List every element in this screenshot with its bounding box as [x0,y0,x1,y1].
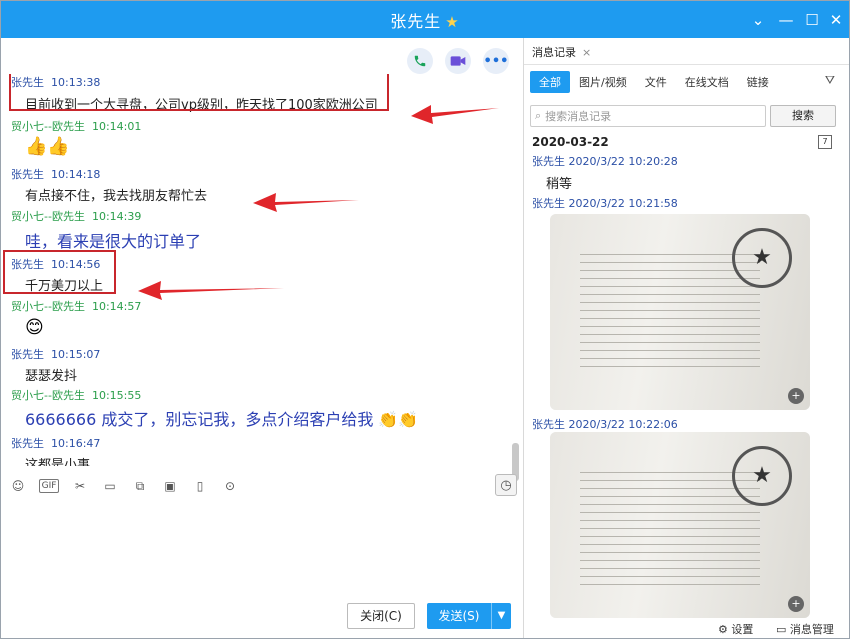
clock-icon: ◷ [500,477,512,493]
filter-icon[interactable]: ⛛ [825,73,835,88]
filter-tabs: 全部 图片/视频 文件 在线文档 链接 [530,71,778,93]
message-text: 这都是小事 [25,458,91,466]
video-camera-icon [450,56,466,66]
filter-media[interactable]: 图片/视频 [570,72,636,92]
phone-icon [414,55,426,67]
search-button[interactable]: 搜索 [770,105,836,127]
tab-divider [524,64,849,65]
history-meta: 张先生 2020/3/22 10:20:28 [532,155,678,168]
history-text: 稍等 [546,177,573,192]
zoom-icon[interactable]: + [788,596,804,612]
search-placeholder: 搜索消息记录 [545,110,612,123]
more-icon[interactable]: ⊙ [221,477,239,495]
red-arrow-icon [138,281,284,300]
filter-links[interactable]: 链接 [738,72,778,92]
message-text: 哇，看来是很大的订单了 [25,232,202,251]
video-call-button[interactable] [445,48,471,74]
gif-icon[interactable]: GIF [39,479,59,493]
settings-link[interactable]: ⚙ 设置 [718,621,753,637]
window-title-text: 张先生 [390,12,442,31]
chevron-down-icon[interactable]: ⌄ [747,9,769,31]
folder-icon[interactable]: ▭ [101,477,119,495]
message-text: 有点接不住，我去找朋友帮忙去 [25,189,208,204]
minimize-button[interactable]: — [775,9,797,31]
smile-emoji: 😊 [25,317,44,338]
filter-files[interactable]: 文件 [636,72,676,92]
input-toolbar: ☺ GIF ✂ ▭ ⧉ ▣ ▯ ⊙ [1,472,523,500]
filter-all[interactable]: 全部 [530,71,570,93]
history-pane: 消息记录 × 全部 图片/视频 文件 在线文档 链接 ⛛ ⌕ 搜索消息记录 搜索 … [524,38,849,638]
shake-icon[interactable]: ▯ [191,477,209,495]
message-meta: 贸小七--欧先生 10:14:01 [11,120,142,133]
emoji-icon[interactable]: ☺ [9,477,27,495]
seal-stamp: ★ [732,446,792,506]
chat-window: 张先生 ★ ⌄ — ☐ ✕ ••• 张先生 10:13:38 目前收到一个大寻盘，… [0,0,850,639]
close-window-button[interactable]: ✕ [825,9,847,31]
star-icon: ★ [445,13,460,31]
history-meta: 张先生 2020/3/22 10:22:06 [532,418,678,431]
chevron-down-icon[interactable]: ▼ [491,603,511,629]
history-date: 2020-03-22 [532,135,609,149]
message-text: 瑟瑟发抖 [25,369,78,384]
ellipsis-icon: ••• [483,53,509,69]
message-meta: 贸小七--欧先生 10:14:57 [11,300,142,313]
search-icon: ⌕ [535,109,542,122]
gear-icon: ⚙ [718,623,728,636]
scissors-icon[interactable]: ✂ [71,477,89,495]
history-button[interactable]: ◷ [495,474,517,496]
maximize-button[interactable]: ☐ [801,9,823,31]
highlight-box [3,250,116,294]
image-icon[interactable]: ▣ [161,477,179,495]
tab-message-history[interactable]: 消息记录 × [532,44,591,60]
search-input[interactable]: ⌕ 搜索消息记录 [530,105,766,127]
history-meta: 张先生 2020/3/22 10:21:58 [532,197,678,210]
message-text: 6666666 成交了，别忘记我，多点介绍客户给我 👏👏 [25,410,419,429]
filter-docs[interactable]: 在线文档 [676,72,738,92]
message-list: 张先生 10:13:38 目前收到一个大寻盘，公司vp级别，昨天找了100家欧洲… [1,74,511,466]
more-options-button[interactable]: ••• [483,48,509,74]
message-input[interactable] [1,504,523,604]
call-toolbar: ••• [407,48,509,74]
message-meta: 张先生 10:16:47 [11,437,101,450]
red-arrow-icon [253,193,359,212]
message-meta: 贸小七--欧先生 10:15:55 [11,389,142,402]
message-manager-link[interactable]: ▭ 消息管理 [776,621,834,637]
seal-stamp: ★ [732,228,792,288]
title-bar: 张先生 ★ ⌄ — ☐ ✕ [1,1,849,38]
close-icon[interactable]: × [582,46,591,59]
window-title: 张先生 ★ [1,8,849,32]
send-button[interactable]: 发送(S) ▼ [427,603,511,629]
red-arrow-icon [411,105,499,124]
message-meta: 张先生 10:15:07 [11,348,101,361]
calendar-icon[interactable]: 7 [818,135,832,149]
send-button-label: 发送(S) [438,609,480,623]
close-button[interactable]: 关闭(C) [347,603,415,629]
thumbs-up-emoji: 👍👍 [25,136,70,157]
voice-call-button[interactable] [407,48,433,74]
document-photo[interactable]: ★ + [550,432,810,618]
message-meta: 张先生 10:14:18 [11,168,101,181]
chat-icon: ▭ [776,623,787,636]
documents-icon[interactable]: ⧉ [131,477,149,495]
document-photo[interactable]: ★ + [550,214,810,410]
history-footer: ⚙ 设置 ▭ 消息管理 [524,618,849,638]
highlight-box [9,74,389,111]
message-meta: 贸小七--欧先生 10:14:39 [11,210,142,223]
chat-pane: ••• 张先生 10:13:38 目前收到一个大寻盘，公司vp级别，昨天找了10… [1,38,523,638]
zoom-icon[interactable]: + [788,388,804,404]
